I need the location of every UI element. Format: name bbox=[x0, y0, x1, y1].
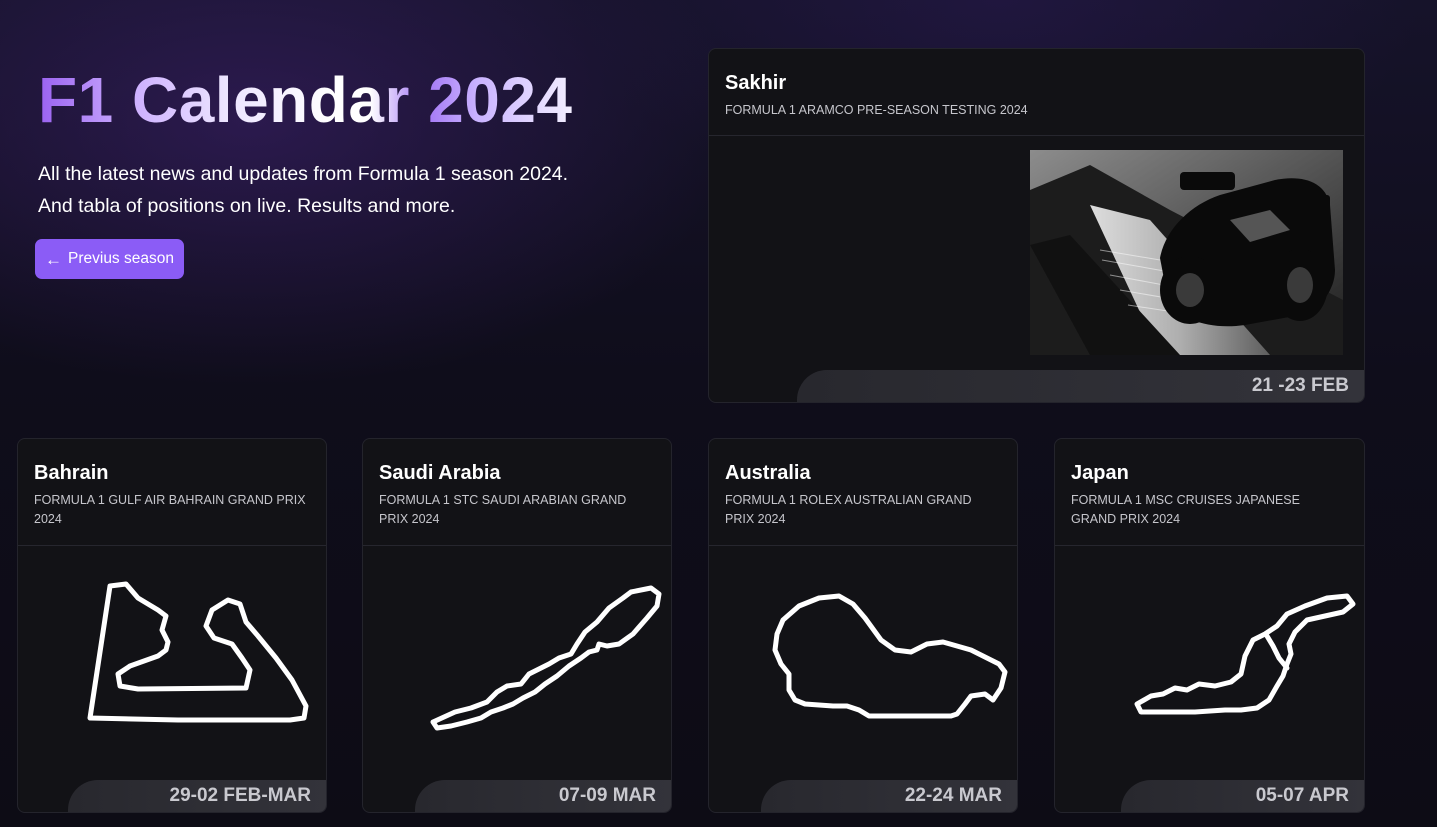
bahrain-circuit-icon bbox=[87, 581, 309, 723]
race-date: 21 -23 FEB bbox=[797, 370, 1364, 402]
race-date: 22-24 MAR bbox=[761, 780, 1017, 812]
race-card-header: Bahrain FORMULA 1 GULF AIR BAHRAIN GRAND… bbox=[18, 439, 326, 546]
suzuka-circuit-icon bbox=[1134, 593, 1356, 715]
race-name: Sakhir bbox=[725, 72, 787, 94]
race-name: Australia bbox=[725, 462, 811, 484]
race-subtitle: FORMULA 1 STC SAUDI ARABIAN GRAND PRIX 2… bbox=[379, 493, 627, 526]
f1-car-image bbox=[1030, 150, 1343, 355]
race-name: Bahrain bbox=[34, 462, 109, 484]
hero-description-line-2: And tabla of positions on live. Results … bbox=[38, 195, 456, 217]
hero-description-line-1: All the latest news and updates from For… bbox=[38, 163, 569, 185]
race-subtitle: FORMULA 1 GULF AIR BAHRAIN GRAND PRIX 20… bbox=[34, 493, 306, 526]
race-card-australia[interactable]: Australia FORMULA 1 ROLEX AUSTRALIAN GRA… bbox=[708, 438, 1018, 813]
previous-season-button[interactable]: ← Previus season bbox=[35, 239, 184, 279]
page-title: F1 Calendar 2024 bbox=[38, 64, 573, 136]
f1-car-photo bbox=[1030, 150, 1343, 355]
race-name: Japan bbox=[1071, 462, 1129, 484]
race-date: 29-02 FEB-MAR bbox=[68, 780, 326, 812]
race-card-header: Australia FORMULA 1 ROLEX AUSTRALIAN GRA… bbox=[709, 439, 1017, 546]
race-card-sakhir[interactable]: Sakhir FORMULA 1 ARAMCO PRE-SEASON TESTI… bbox=[708, 48, 1365, 403]
race-card-header: Sakhir FORMULA 1 ARAMCO PRE-SEASON TESTI… bbox=[709, 49, 1364, 136]
race-subtitle: FORMULA 1 MSC CRUISES JAPANESE GRAND PRI… bbox=[1071, 493, 1300, 526]
race-card-bahrain[interactable]: Bahrain FORMULA 1 GULF AIR BAHRAIN GRAND… bbox=[17, 438, 327, 813]
race-date: 07-09 MAR bbox=[415, 780, 671, 812]
jeddah-circuit-icon bbox=[430, 585, 662, 731]
previous-season-label: Previus season bbox=[68, 250, 174, 267]
race-name: Saudi Arabia bbox=[379, 462, 501, 484]
race-card-saudi-arabia[interactable]: Saudi Arabia FORMULA 1 STC SAUDI ARABIAN… bbox=[362, 438, 672, 813]
race-card-header: Japan FORMULA 1 MSC CRUISES JAPANESE GRA… bbox=[1055, 439, 1364, 546]
hero-description: All the latest news and updates from For… bbox=[38, 158, 658, 222]
race-card-japan[interactable]: Japan FORMULA 1 MSC CRUISES JAPANESE GRA… bbox=[1054, 438, 1365, 813]
arrow-left-icon: ← bbox=[45, 249, 62, 269]
race-date: 05-07 APR bbox=[1121, 780, 1364, 812]
albert-park-circuit-icon bbox=[772, 593, 1008, 719]
race-card-header: Saudi Arabia FORMULA 1 STC SAUDI ARABIAN… bbox=[363, 439, 671, 546]
page: F1 Calendar 2024 All the latest news and… bbox=[0, 0, 1437, 827]
race-subtitle: FORMULA 1 ROLEX AUSTRALIAN GRAND PRIX 20… bbox=[725, 493, 972, 526]
race-subtitle: FORMULA 1 ARAMCO PRE-SEASON TESTING 2024 bbox=[725, 103, 1028, 117]
